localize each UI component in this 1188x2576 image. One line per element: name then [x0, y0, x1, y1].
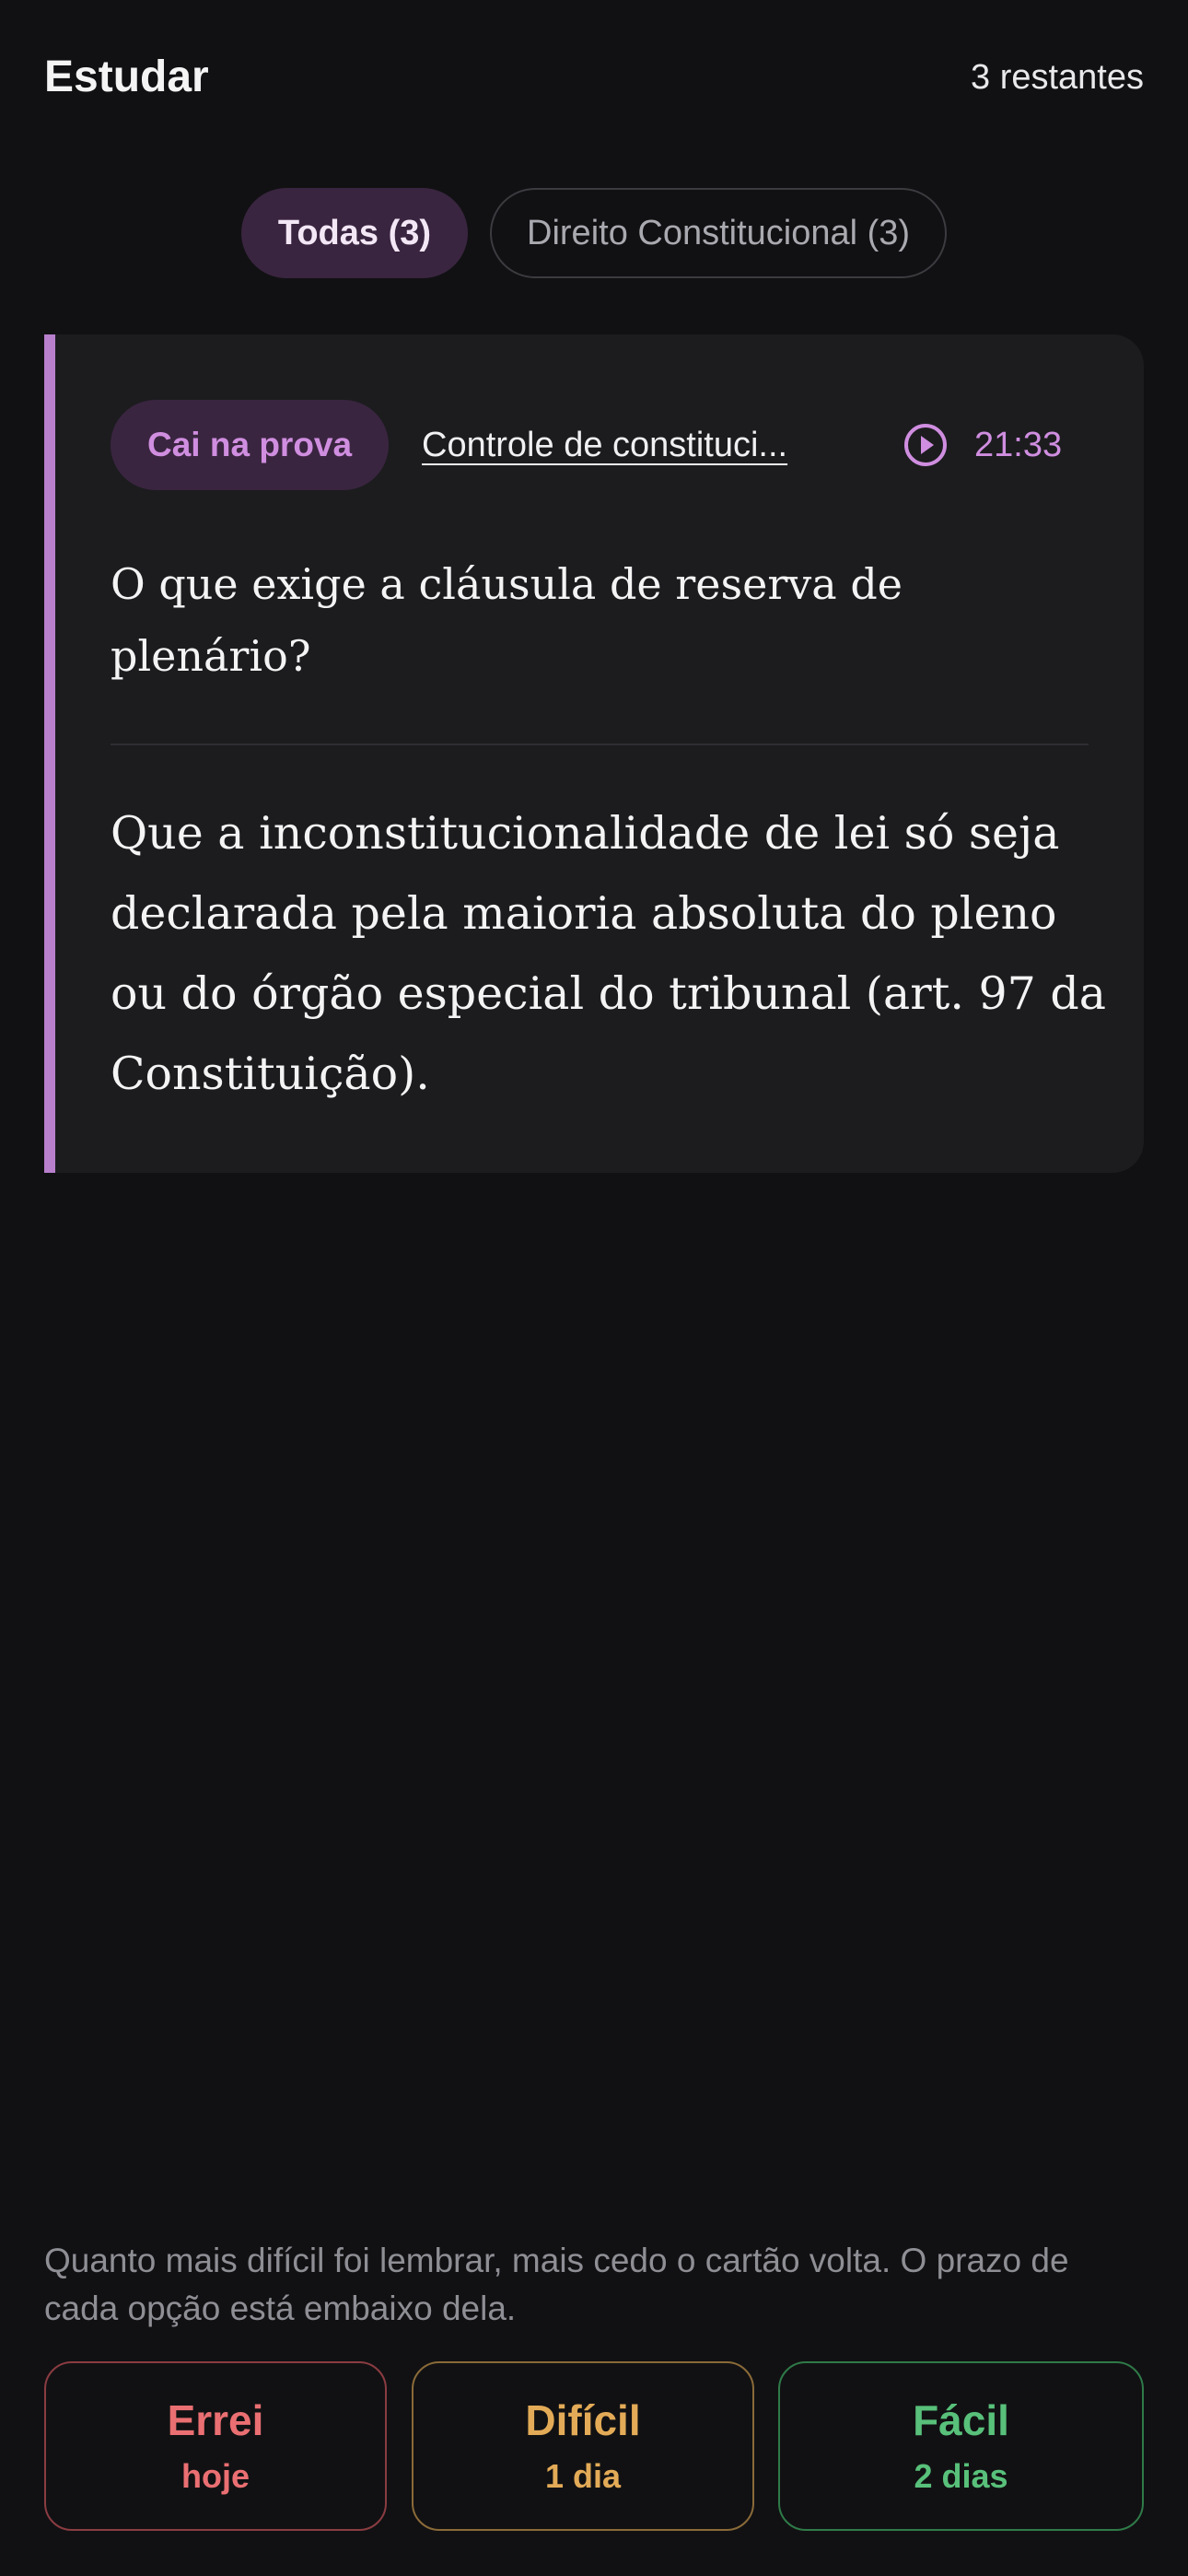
hard-button[interactable]: Difícil 1 dia: [412, 2361, 754, 2531]
rating-hint: Quanto mais difícil foi lembrar, mais ce…: [44, 2242, 1069, 2327]
play-circle-icon: [904, 424, 947, 466]
topic-link[interactable]: Controle de constituci...: [422, 421, 855, 469]
easy-button-interval: 2 dias: [914, 2457, 1008, 2495]
video-timestamp-button[interactable]: 21:33: [903, 421, 1062, 469]
card-answer: Que a inconstitucionalidade de lei só se…: [111, 807, 1107, 1100]
wrong-button-interval: hoje: [181, 2457, 250, 2495]
hard-button-interval: 1 dia: [544, 2457, 622, 2495]
easy-button[interactable]: Fácil 2 dias: [778, 2361, 1144, 2531]
filter-chips: Todas (3) Direito Constitucional (3): [0, 188, 1188, 278]
page-title: Estudar: [44, 53, 209, 101]
wrong-button-label: Errei: [167, 2396, 264, 2444]
card-accent-bar: [44, 334, 55, 1173]
filter-chip-direito-constitucional[interactable]: Direito Constitucional (3): [490, 188, 948, 278]
card-question: O que exige a cláusula de reserva de ple…: [111, 559, 903, 681]
wrong-button[interactable]: Errei hoje: [44, 2361, 387, 2531]
filter-chip-all[interactable]: Todas (3): [240, 188, 469, 278]
hard-button-label: Difícil: [525, 2396, 641, 2444]
exam-tag-badge: Cai na prova: [111, 400, 390, 490]
flashcard: Cai na prova Controle de constituci... 2…: [44, 334, 1144, 1173]
easy-button-label: Fácil: [913, 2396, 1009, 2444]
timestamp-label: 21:33: [974, 426, 1063, 464]
rating-buttons: Errei hoje Difícil 1 dia Fácil 2 dias: [44, 2361, 1144, 2531]
remaining-count: 3 restantes: [971, 58, 1144, 97]
card-divider: [111, 744, 1089, 745]
